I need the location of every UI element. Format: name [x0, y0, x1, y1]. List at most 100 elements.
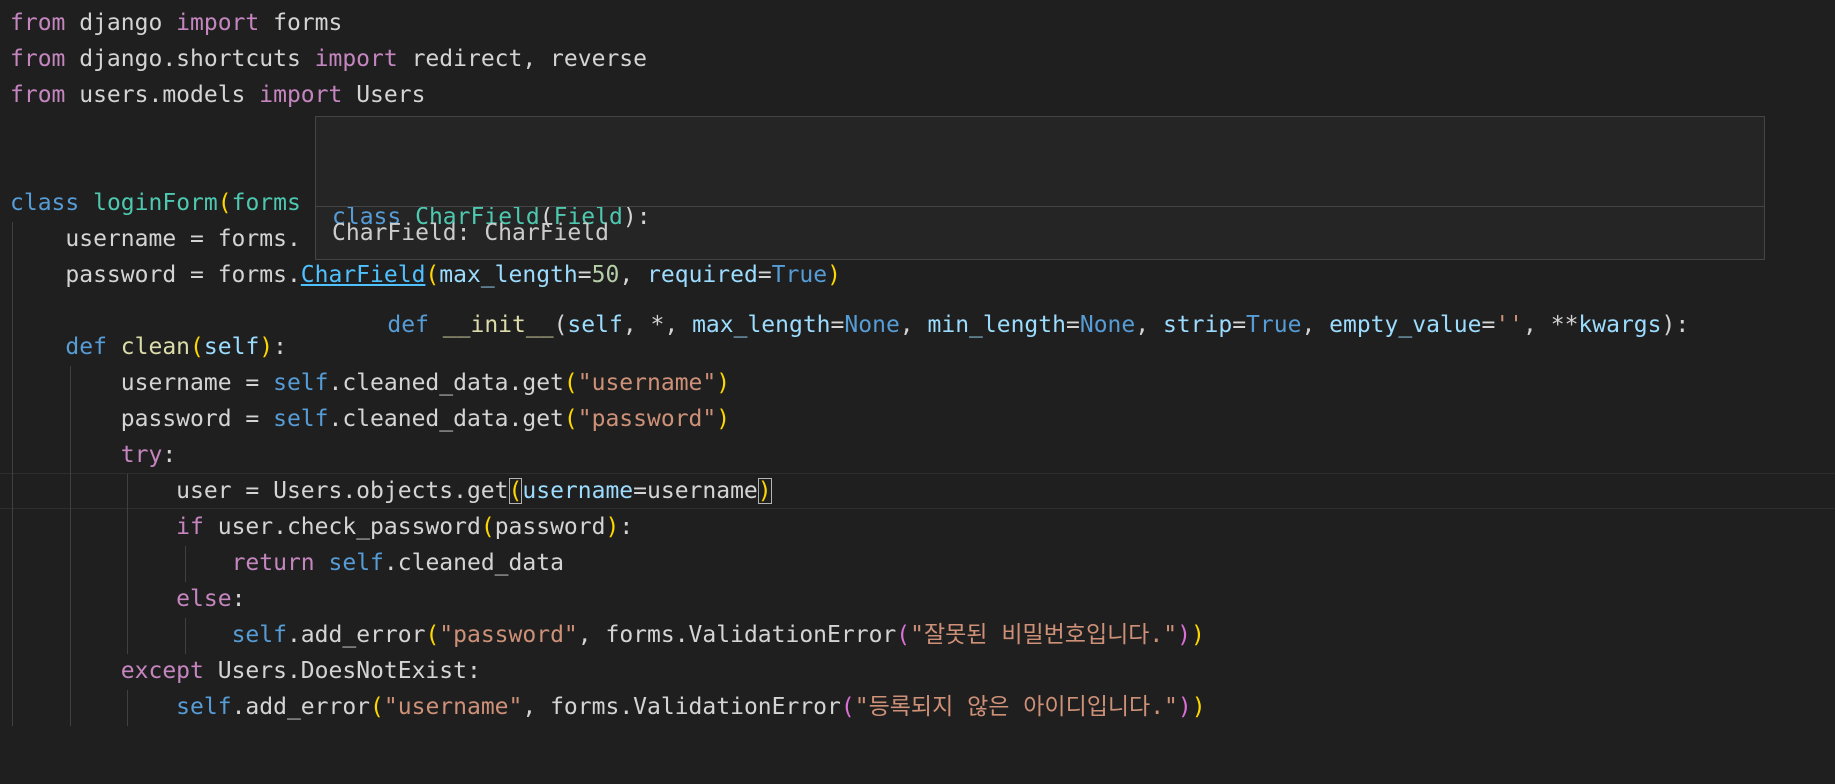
keyword: if: [176, 514, 204, 540]
bracket: (: [425, 622, 440, 648]
variable: password: [120, 406, 232, 432]
colon: :: [162, 442, 177, 468]
code-line-7[interactable]: username = forms.: [10, 221, 301, 257]
bracket: ):: [622, 204, 651, 230]
bracket: (: [480, 514, 495, 540]
param: max_length: [692, 312, 831, 338]
constant: None: [1079, 312, 1136, 338]
code-line-18[interactable]: self.add_error("password", forms.Validat…: [10, 617, 1205, 653]
code-text: .add_error: [231, 694, 371, 720]
variable: username: [65, 226, 177, 252]
param: strip: [1162, 312, 1233, 338]
hover-doc-text: CharField: CharField: [332, 220, 609, 246]
keyword: class: [10, 190, 80, 216]
operator: =: [1232, 312, 1247, 338]
code-line-6[interactable]: class loginForm(forms: [10, 185, 301, 221]
code-text: .cleaned_data: [383, 550, 564, 576]
code-line-14[interactable]: user = Users.objects.get(username=userna…: [10, 473, 772, 509]
code-line-20[interactable]: self.add_error("username", forms.Validat…: [10, 689, 1205, 725]
keyword: except: [120, 658, 204, 684]
code-line-2[interactable]: from django.shortcuts import redirect, r…: [10, 41, 647, 77]
keyword: try: [120, 442, 163, 468]
constant: True: [1246, 312, 1302, 338]
code-text: = forms.: [176, 226, 301, 252]
code-line-13[interactable]: try:: [10, 437, 176, 473]
code-line-10[interactable]: def clean(self):: [10, 329, 287, 365]
keyword: from: [10, 10, 66, 36]
code-line-19[interactable]: except Users.DoesNotExist:: [10, 653, 481, 689]
function-name: __init__: [428, 312, 554, 338]
bracket: (: [190, 334, 204, 360]
code-line-16[interactable]: return self.cleaned_data: [10, 545, 564, 581]
self-keyword: self: [176, 694, 232, 720]
import-names: redirect, reverse: [397, 46, 647, 72]
code-text: Users.DoesNotExist:: [203, 658, 481, 684]
self-keyword: self: [273, 406, 329, 432]
bracket: ): [1177, 694, 1192, 720]
bracket: (: [370, 694, 384, 720]
code-text: , **: [1523, 312, 1579, 338]
hover-tooltip[interactable]: class CharField(Field): def __init__(sel…: [315, 116, 1765, 338]
bracket-match-close: ): [757, 478, 772, 504]
string: "등록되지 않은 아이디입니다.": [854, 694, 1178, 720]
string: "username": [383, 694, 523, 720]
base-class: forms: [231, 190, 301, 216]
code-text: , *,: [622, 312, 693, 338]
operator: =: [1481, 312, 1496, 338]
keyword: from: [10, 46, 66, 72]
hover-signature-line-2: def __init__(self, *, max_length=None, m…: [332, 307, 1689, 343]
code-text: .add_error: [286, 622, 426, 648]
bracket: (: [217, 190, 232, 216]
colon: :: [231, 586, 246, 612]
import-name: forms: [259, 10, 343, 36]
module-name: django.shortcuts: [65, 46, 315, 72]
code-text: ,: [1301, 312, 1330, 338]
function-name: clean: [120, 334, 191, 360]
code-editor[interactable]: from django import forms from django.sho…: [0, 0, 1835, 784]
variable: password: [65, 262, 177, 288]
code-line-3[interactable]: from users.models import Users: [10, 77, 425, 113]
keyword: return: [231, 550, 315, 576]
variable: user: [176, 478, 232, 504]
bracket: (: [896, 622, 911, 648]
code-line-15[interactable]: if user.check_password(password):: [10, 509, 633, 545]
hover-divider: [316, 206, 1764, 207]
bracket: ): [1191, 622, 1205, 648]
code-text: ,: [1135, 312, 1163, 338]
string: '': [1495, 312, 1524, 338]
colon: :: [273, 334, 288, 360]
bracket: ): [1177, 622, 1191, 648]
argument: password: [494, 514, 606, 540]
code-line-17[interactable]: else:: [10, 581, 245, 617]
bracket: ): [605, 514, 620, 540]
module-name: django: [65, 10, 177, 36]
bracket-match-open: (: [508, 478, 523, 504]
keyword: else: [176, 586, 232, 612]
param: empty_value: [1329, 312, 1482, 338]
operator: =: [231, 406, 274, 432]
self-keyword: self: [231, 622, 287, 648]
code-text: , forms.ValidationError: [522, 694, 841, 720]
code-text: ,: [899, 312, 928, 338]
code-line-1[interactable]: from django import forms: [10, 5, 342, 41]
variable: username: [120, 370, 232, 396]
self-keyword: self: [273, 370, 329, 396]
param: self: [567, 312, 623, 338]
operator: =: [830, 312, 845, 338]
keyword: import: [259, 82, 343, 108]
operator: =: [231, 370, 274, 396]
param: min_length: [927, 312, 1066, 338]
